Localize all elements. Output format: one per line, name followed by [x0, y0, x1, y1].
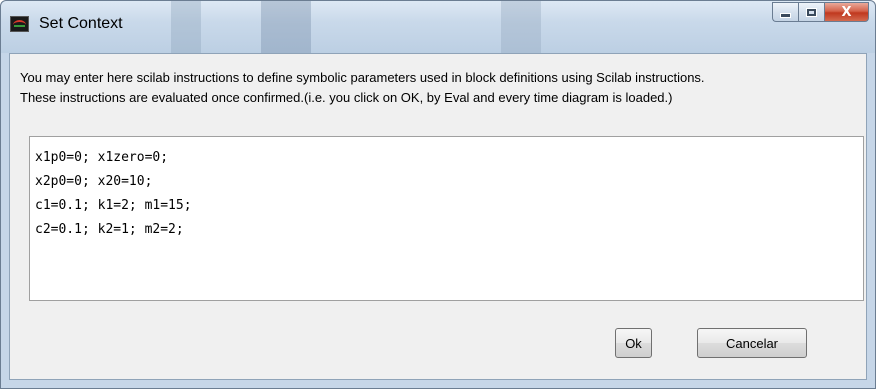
instructions-line-2: These instructions are evaluated once co…	[20, 90, 673, 105]
dialog-body: You may enter here scilab instructions t…	[9, 53, 867, 380]
scilab-app-icon[interactable]	[10, 16, 29, 32]
close-button[interactable]: X	[824, 2, 869, 22]
maximize-icon	[806, 7, 817, 17]
instructions-line-1: You may enter here scilab instructions t…	[20, 70, 705, 85]
code-line: x2p0=0; x20=10;	[35, 174, 153, 189]
window-title: Set Context	[39, 15, 123, 32]
instructions-text: You may enter here scilab instructions t…	[20, 68, 866, 108]
title-bar[interactable]: Set Context X	[1, 1, 875, 53]
ok-button[interactable]: Ok	[615, 328, 652, 358]
set-context-dialog: Set Context X You may enter here scilab …	[0, 0, 876, 389]
context-editor[interactable]: x1p0=0; x1zero=0; x2p0=0; x20=10; c1=0.1…	[29, 136, 864, 301]
close-icon: X	[841, 4, 852, 20]
glass-reflection	[261, 1, 311, 53]
maximize-button[interactable]	[798, 2, 824, 22]
cancel-button[interactable]: Cancelar	[697, 328, 807, 358]
caption-buttons: X	[772, 2, 869, 24]
glass-reflection	[171, 1, 201, 53]
scilab-logo-baseline	[14, 25, 25, 27]
minimize-icon	[780, 13, 791, 18]
minimize-button[interactable]	[772, 2, 798, 22]
code-line: c1=0.1; k1=2; m1=15;	[35, 198, 192, 213]
code-line: c2=0.1; k2=1; m2=2;	[35, 222, 184, 237]
code-line: x1p0=0; x1zero=0;	[35, 150, 169, 165]
glass-reflection	[501, 1, 541, 53]
